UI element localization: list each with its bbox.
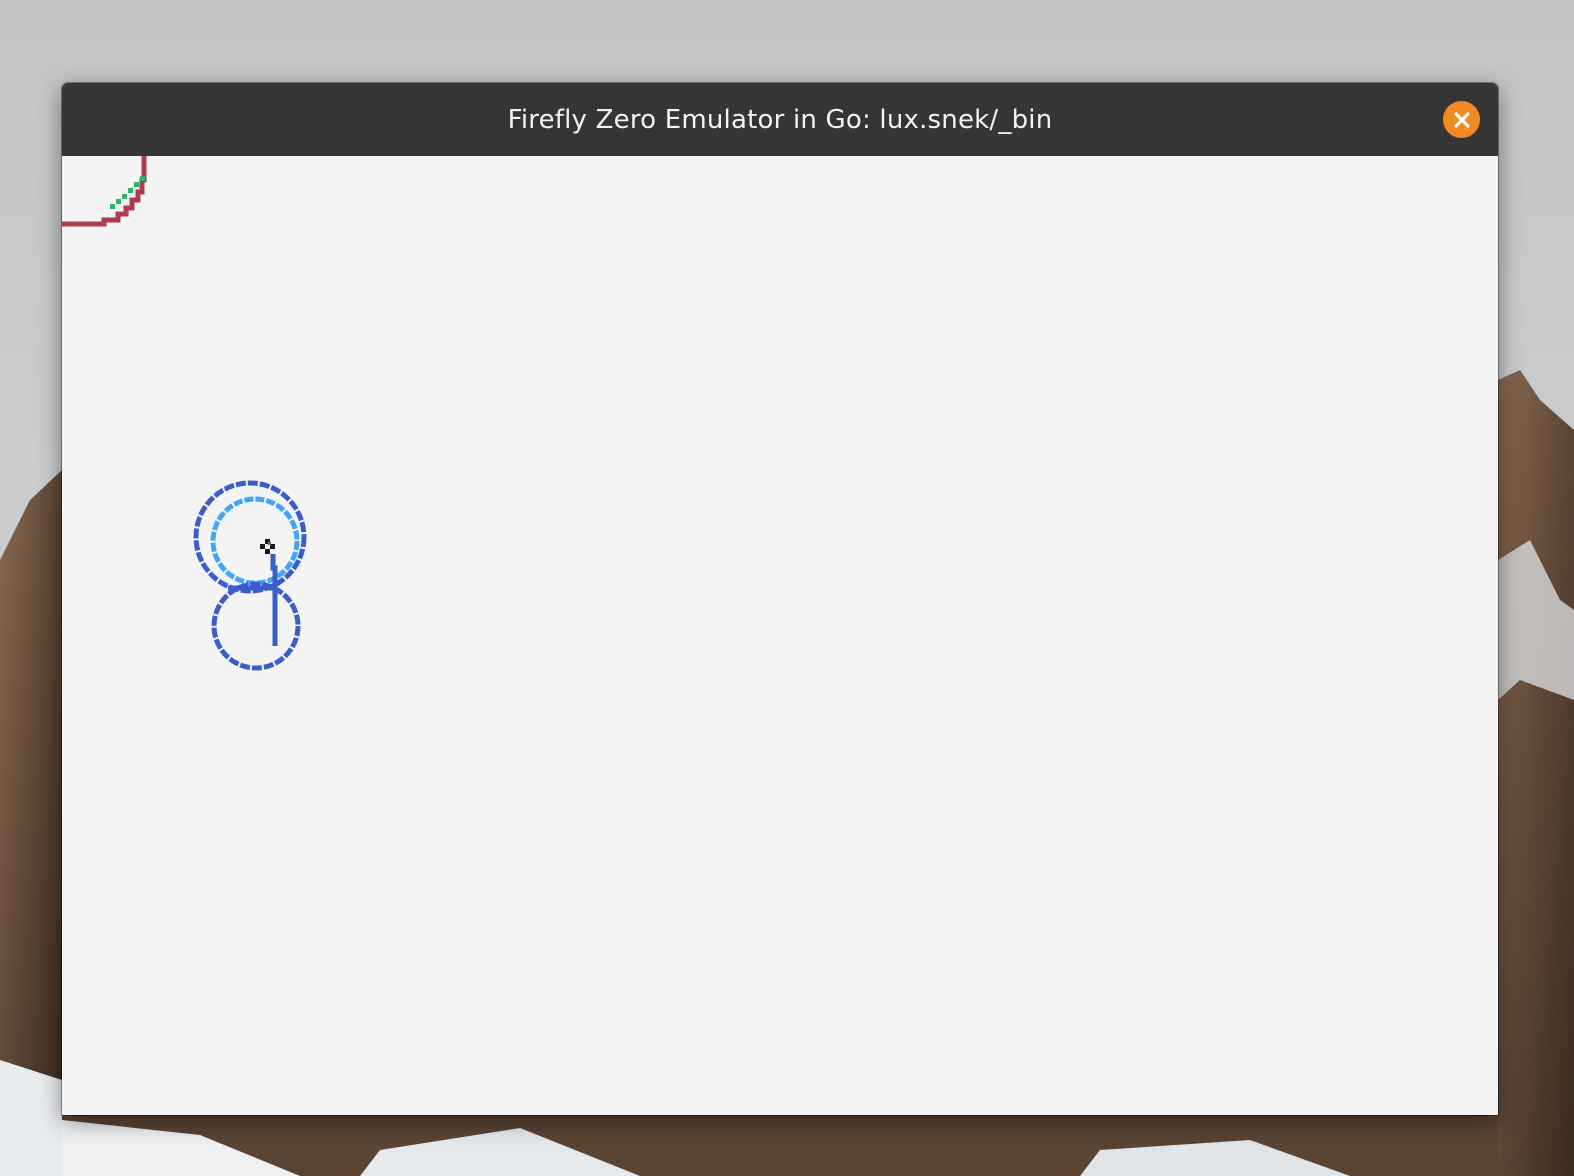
window-titlebar[interactable]: Firefly Zero Emulator in Go: lux.snek/_b… — [62, 83, 1498, 156]
game-canvas — [62, 156, 307, 671]
snake-body-circle — [211, 581, 301, 671]
emulator-screen[interactable] — [62, 156, 1498, 1115]
snake-head-inner-circle — [210, 496, 300, 586]
close-icon — [1453, 111, 1470, 128]
snake-neck-line — [270, 554, 278, 646]
emulator-window: Firefly Zero Emulator in Go: lux.snek/_b… — [62, 83, 1498, 1115]
cursor-crosshair-icon — [260, 539, 275, 554]
close-button[interactable] — [1443, 101, 1480, 138]
window-title: Firefly Zero Emulator in Go: lux.snek/_b… — [507, 104, 1053, 135]
